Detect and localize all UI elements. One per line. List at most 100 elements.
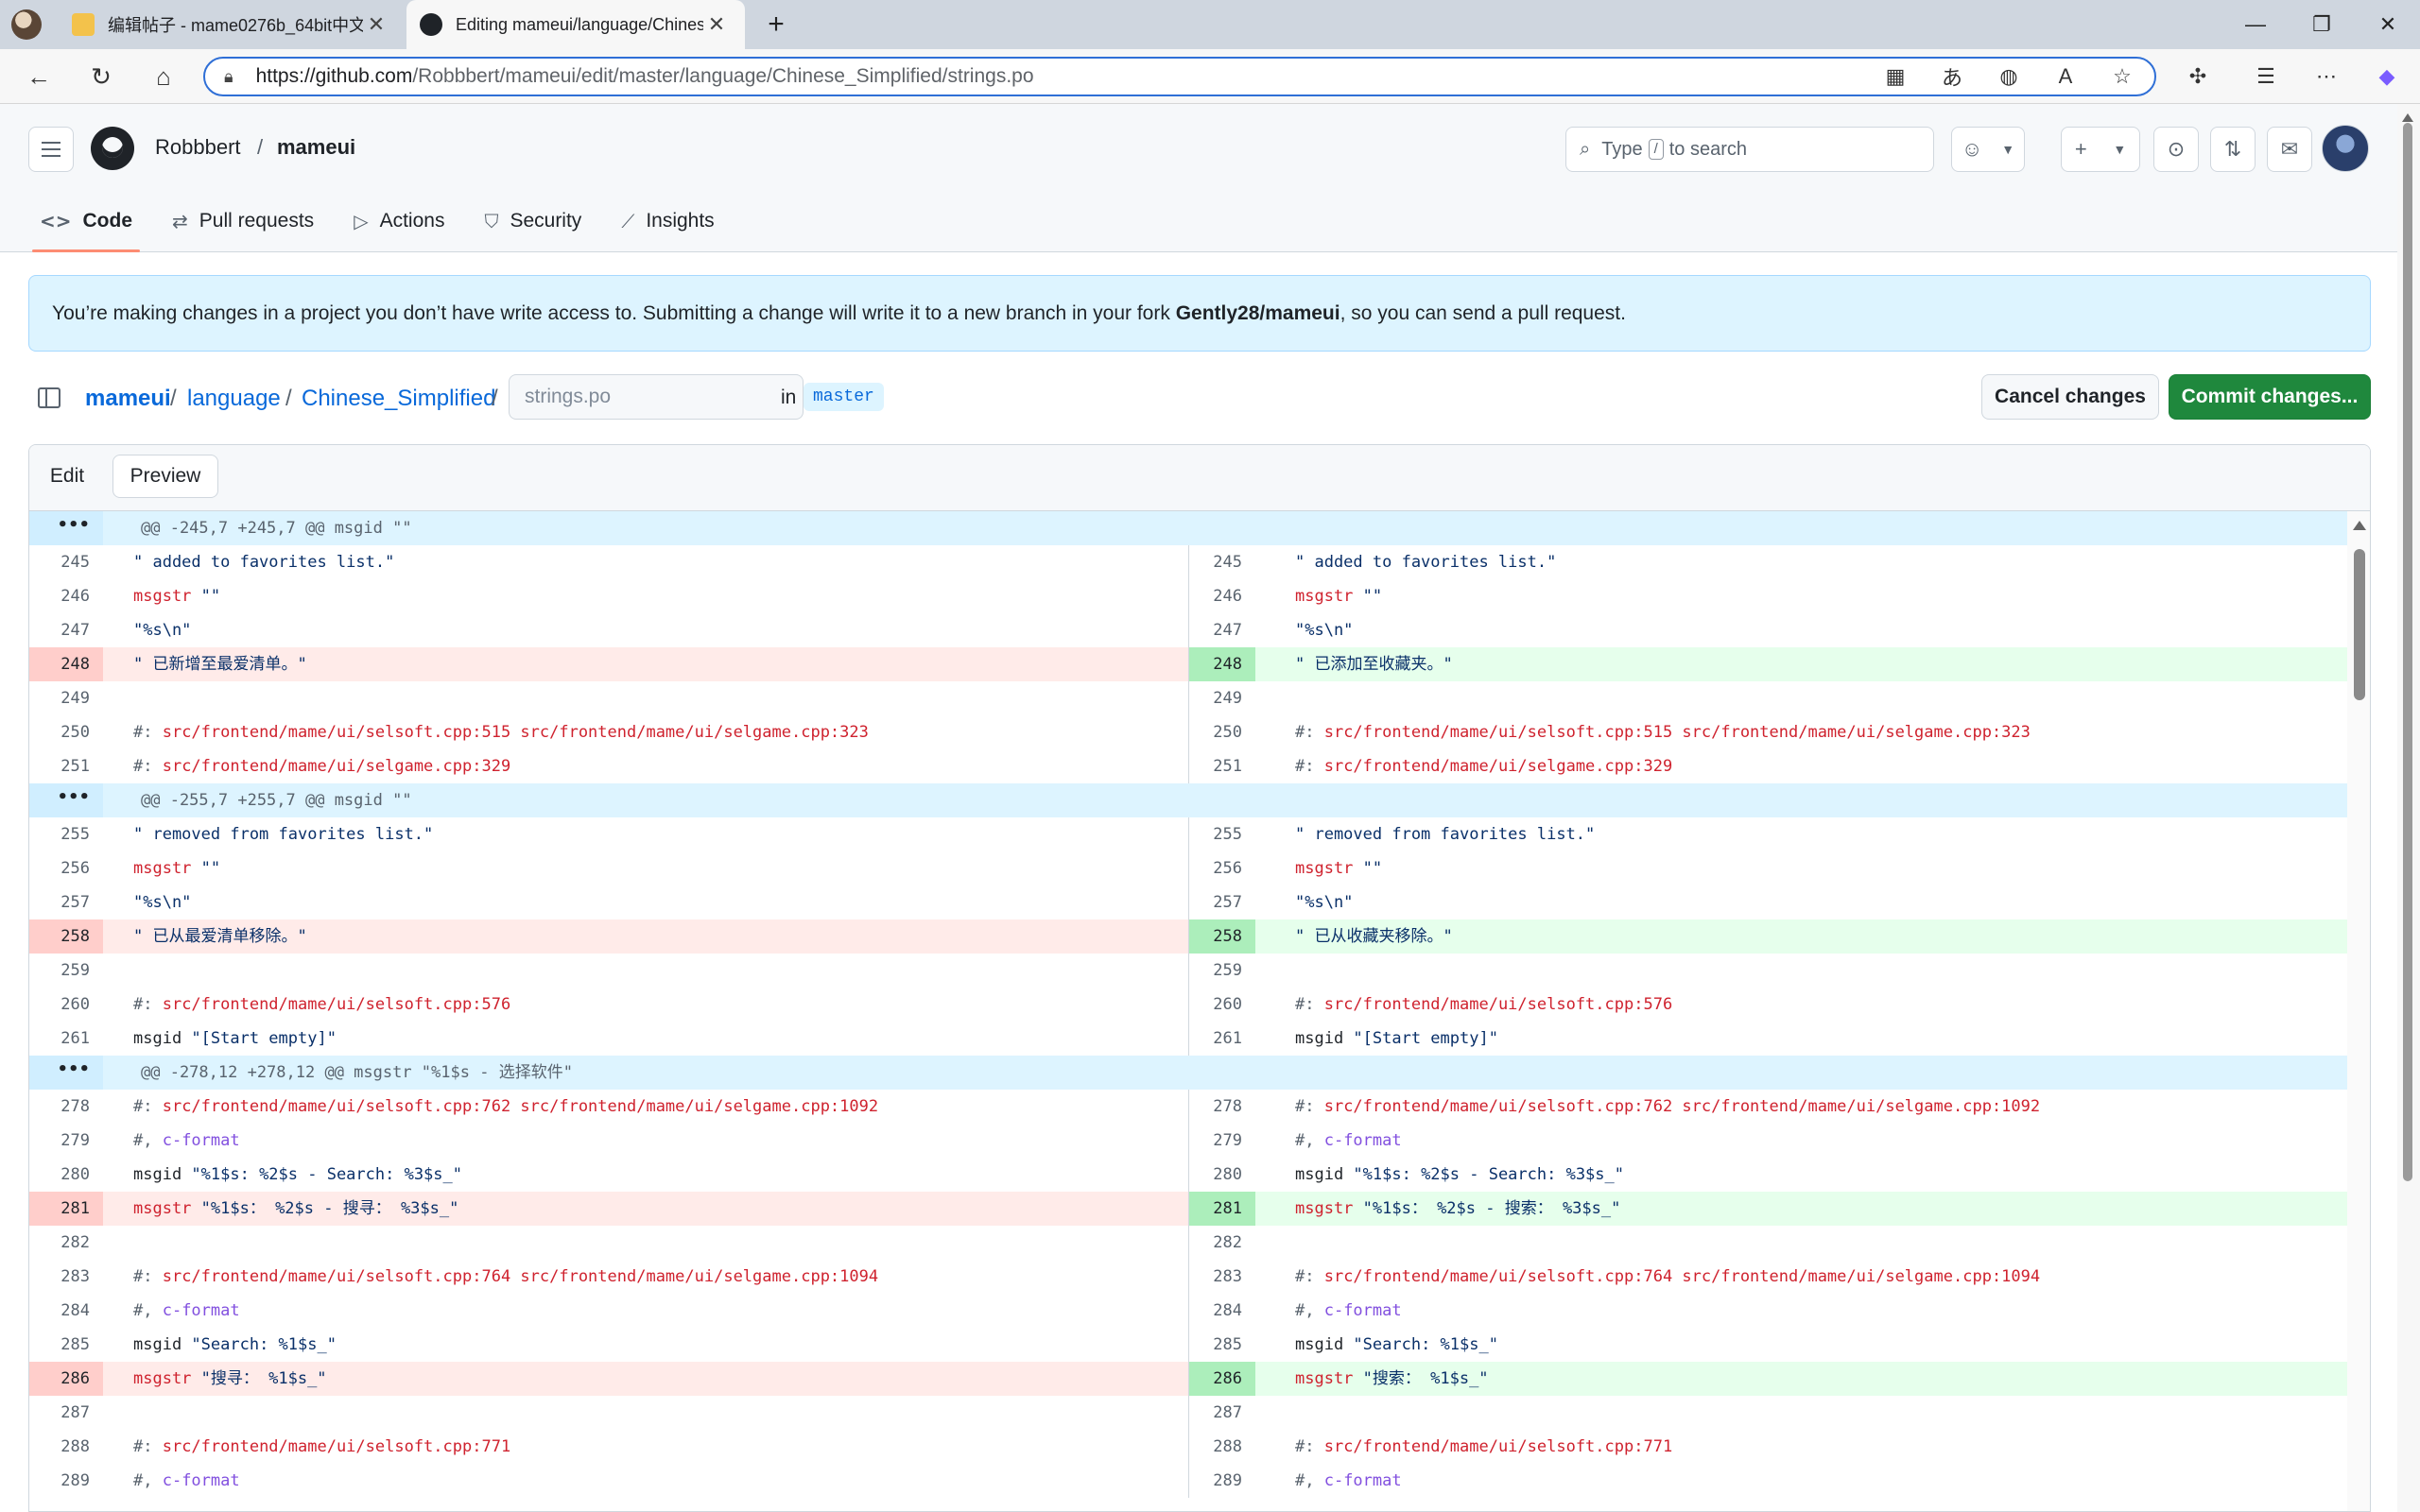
line-number[interactable]: 279 — [29, 1124, 103, 1158]
browser-tab-github[interactable]: Editing mameui/language/Chines ✕ — [406, 0, 745, 49]
line-number[interactable]: 260 — [29, 988, 103, 1022]
line-number[interactable]: 281 — [1189, 1192, 1255, 1226]
line-number[interactable]: 258 — [29, 919, 103, 954]
inbox-icon[interactable]: ✉ — [2267, 127, 2312, 172]
favorites-icon[interactable]: ☰ — [2246, 57, 2286, 96]
line-number[interactable]: 286 — [1189, 1362, 1255, 1396]
sidebar-toggle-icon[interactable] — [38, 387, 60, 408]
tab-actions[interactable]: ▷ Actions — [342, 189, 456, 252]
line-number[interactable]: 248 — [1189, 647, 1255, 681]
line-number[interactable]: 259 — [1189, 954, 1255, 988]
read-aloud-icon[interactable]: A — [2046, 57, 2085, 96]
line-number[interactable]: 248 — [29, 647, 103, 681]
menu-icon[interactable] — [28, 127, 74, 172]
line-number[interactable]: 288 — [1189, 1430, 1255, 1464]
path-repo-link[interactable]: mameui — [85, 386, 171, 412]
copilot-icon[interactable]: ◆ — [2367, 57, 2407, 96]
tab-preview[interactable]: Preview — [112, 455, 218, 498]
search-input[interactable]: ⌕ Type / to search — [1565, 127, 1934, 172]
line-number[interactable]: 257 — [29, 885, 103, 919]
line-number[interactable]: 256 — [1189, 851, 1255, 885]
repo-owner-link[interactable]: Robbbert — [155, 135, 241, 160]
line-number[interactable]: 251 — [1189, 749, 1255, 783]
close-window-button[interactable]: ✕ — [2358, 0, 2418, 49]
scrollbar-thumb[interactable] — [2354, 549, 2365, 700]
line-number[interactable]: 250 — [29, 715, 103, 749]
copilot-button[interactable]: ☺ ▼ — [1951, 127, 2025, 172]
line-number[interactable]: 286 — [29, 1362, 103, 1396]
tab-close-icon[interactable]: ✕ — [363, 12, 389, 37]
page-scrollbar[interactable] — [2397, 104, 2420, 1512]
more-icon[interactable]: ⋯ — [2307, 57, 2346, 96]
line-number[interactable]: 258 — [1189, 919, 1255, 954]
line-number[interactable]: 245 — [29, 545, 103, 579]
line-number[interactable]: 280 — [29, 1158, 103, 1192]
line-number[interactable]: 255 — [1189, 817, 1255, 851]
github-logo-icon[interactable] — [91, 127, 134, 170]
restore-button[interactable]: ❐ — [2291, 0, 2352, 49]
app-available-icon[interactable]: ▦ — [1876, 57, 1915, 96]
line-number[interactable]: 247 — [1189, 613, 1255, 647]
extensions-icon[interactable]: ✣ — [2178, 57, 2218, 96]
line-number[interactable]: 261 — [29, 1022, 103, 1056]
tab-insights[interactable]: ⟋ Insights — [610, 189, 725, 252]
scroll-up-arrow-icon[interactable] — [2402, 113, 2413, 122]
url-bar[interactable]: 🔒︎ https://github.com/Robbbert/mameui/ed… — [203, 57, 2156, 96]
expand-hunk-icon[interactable]: ••• — [29, 1056, 103, 1090]
line-number[interactable]: 256 — [29, 851, 103, 885]
line-number[interactable]: 257 — [1189, 885, 1255, 919]
line-number[interactable]: 246 — [29, 579, 103, 613]
line-number[interactable]: 289 — [1189, 1464, 1255, 1498]
line-number[interactable]: 255 — [29, 817, 103, 851]
commit-changes-button[interactable]: Commit changes... — [2169, 374, 2371, 420]
diff-scrollbar[interactable] — [2347, 511, 2370, 1511]
line-number[interactable]: 250 — [1189, 715, 1255, 749]
repo-name-link[interactable]: mameui — [277, 135, 355, 160]
line-number[interactable]: 279 — [1189, 1124, 1255, 1158]
scroll-up-arrow-icon[interactable] — [2353, 521, 2366, 530]
browser-tab-forum[interactable]: 编辑帖子 - mame0276b_64bit中文 ✕ — [59, 0, 405, 49]
line-number[interactable]: 284 — [1189, 1294, 1255, 1328]
minimize-button[interactable]: — — [2225, 0, 2286, 49]
pull-requests-icon[interactable]: ⇅ — [2210, 127, 2256, 172]
home-icon[interactable]: ⌂ — [144, 57, 183, 96]
line-number[interactable]: 282 — [29, 1226, 103, 1260]
line-number[interactable]: 247 — [29, 613, 103, 647]
user-avatar[interactable] — [2322, 125, 2369, 172]
browser-essentials-icon[interactable]: ◍ — [1989, 57, 2029, 96]
cancel-changes-button[interactable]: Cancel changes — [1981, 374, 2159, 420]
issues-icon[interactable]: ⊙ — [2153, 127, 2199, 172]
refresh-icon[interactable]: ↻ — [81, 57, 121, 96]
line-number[interactable]: 251 — [29, 749, 103, 783]
line-number[interactable]: 284 — [29, 1294, 103, 1328]
tab-pull-requests[interactable]: ⇄ Pull requests — [161, 189, 325, 252]
path-language-link[interactable]: language — [187, 386, 281, 412]
line-number[interactable]: 283 — [29, 1260, 103, 1294]
url-text[interactable]: https://github.com/Robbbert/mameui/edit/… — [256, 65, 1034, 88]
line-number[interactable]: 249 — [1189, 681, 1255, 715]
line-number[interactable]: 260 — [1189, 988, 1255, 1022]
create-new-button[interactable]: + ▼ — [2061, 127, 2140, 172]
line-number[interactable]: 245 — [1189, 545, 1255, 579]
tab-edit[interactable]: Edit — [41, 455, 94, 498]
profile-avatar[interactable] — [11, 9, 42, 40]
line-number[interactable]: 278 — [1189, 1090, 1255, 1124]
line-number[interactable]: 280 — [1189, 1158, 1255, 1192]
line-number[interactable]: 288 — [29, 1430, 103, 1464]
line-number[interactable]: 282 — [1189, 1226, 1255, 1260]
back-icon[interactable]: ← — [19, 57, 59, 96]
line-number[interactable]: 281 — [29, 1192, 103, 1226]
expand-hunk-icon[interactable]: ••• — [29, 783, 103, 817]
favorite-star-icon[interactable]: ☆ — [2102, 57, 2142, 96]
read-aloud-translate-icon[interactable]: あ — [1932, 57, 1972, 96]
line-number[interactable]: 278 — [29, 1090, 103, 1124]
expand-hunk-icon[interactable]: ••• — [29, 511, 103, 545]
line-number[interactable]: 285 — [1189, 1328, 1255, 1362]
line-number[interactable]: 285 — [29, 1328, 103, 1362]
path-chinese-simplified-link[interactable]: Chinese_Simplified — [302, 386, 495, 412]
tab-code[interactable]: <> Code — [28, 189, 144, 252]
line-number[interactable]: 287 — [29, 1396, 103, 1430]
line-number[interactable]: 259 — [29, 954, 103, 988]
lock-icon[interactable]: 🔒︎ — [224, 67, 233, 87]
new-tab-button[interactable]: + — [756, 0, 796, 49]
